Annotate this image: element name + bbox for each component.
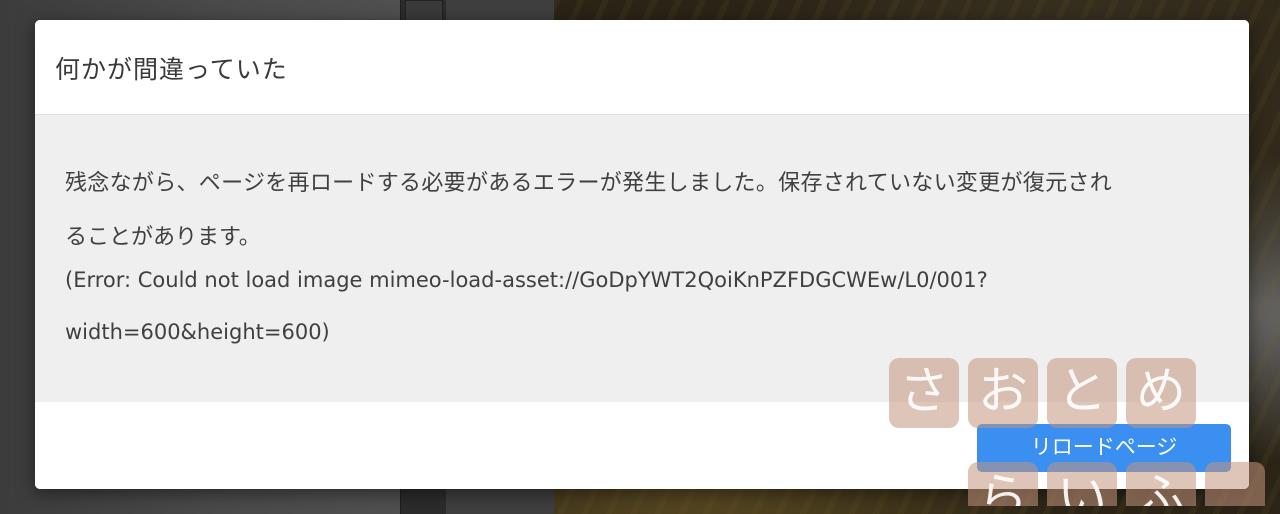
error-message-line: ることがあります。: [65, 225, 261, 250]
error-detail-line: (Error: Could not load image mimeo-load-…: [65, 268, 988, 292]
watermark-tile: と: [1047, 358, 1117, 428]
watermark-tile: ら: [968, 462, 1038, 506]
watermark-tile: お: [968, 358, 1038, 428]
watermark-tile: ふ: [1126, 462, 1196, 506]
dialog-header: 何かが間違っていた: [35, 20, 1249, 115]
watermark-tile: い: [1047, 462, 1117, 506]
watermark-tile: さ: [889, 358, 959, 428]
watermark-tile: め: [1126, 358, 1196, 428]
dialog-title: 何かが間違っていた: [55, 55, 288, 84]
watermark-tile: [1205, 462, 1265, 506]
error-detail-line: width=600&height=600): [65, 320, 330, 344]
error-message-line: 残念ながら、ページを再ロードする必要があるエラーが発生しました。保存されていない…: [65, 171, 1113, 196]
